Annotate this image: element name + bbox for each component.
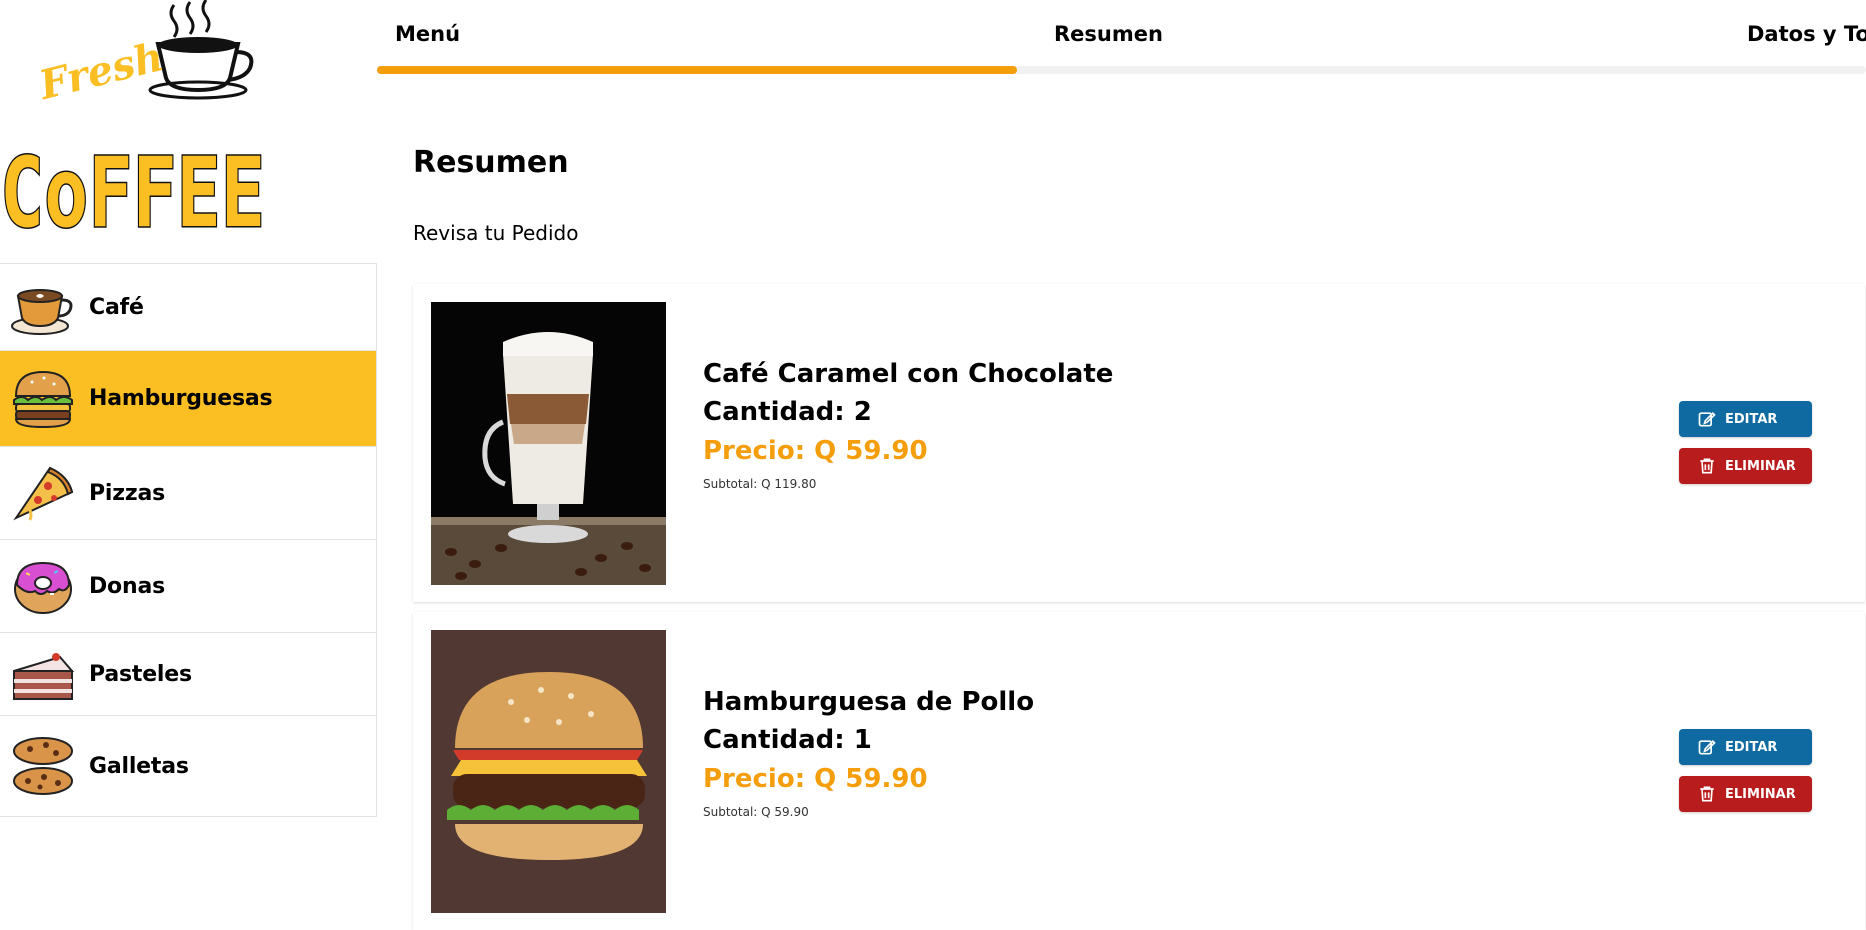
donut-icon	[14, 561, 72, 614]
progress-bar	[377, 66, 1866, 74]
item-price: Precio: Q 59.90	[703, 764, 928, 794]
edit-button[interactable]: EDITAR	[1679, 729, 1812, 765]
cake-slice-icon	[13, 653, 75, 700]
step-datos-total[interactable]: Datos y Total	[1747, 22, 1866, 46]
category-label: Pizzas	[89, 480, 166, 506]
order-item: Hamburguesa de Pollo Cantidad: 1 Precio:…	[413, 612, 1865, 930]
step-resumen[interactable]: Resumen	[1054, 22, 1163, 46]
category-hamburguesas[interactable]: Hamburguesas	[0, 350, 377, 446]
burger-icon	[13, 370, 73, 428]
logo-coffee-text: CoFFEE	[0, 137, 265, 240]
category-label: Hamburguesas	[89, 386, 273, 411]
fresh-coffee-logo: Fresh CoFFEE	[0, 0, 267, 240]
delete-button[interactable]: ELIMINAR	[1679, 448, 1812, 484]
category-cafe[interactable]: Café	[0, 263, 377, 350]
trash-icon	[1700, 458, 1714, 474]
step-menu[interactable]: Menú	[395, 22, 460, 46]
product-image-burger	[431, 630, 666, 913]
item-name: Café Caramel con Chocolate	[703, 359, 1114, 389]
category-donas[interactable]: Donas	[0, 539, 377, 632]
category-pizzas[interactable]: Pizzas	[0, 446, 377, 539]
category-label: Donas	[89, 573, 165, 599]
sidebar: Fresh CoFFEE Café Hamburguesas Pizzas Do…	[0, 0, 377, 857]
edit-label: EDITAR	[1725, 411, 1778, 427]
item-price: Precio: Q 59.90	[703, 436, 928, 466]
progress-fill	[377, 66, 1017, 74]
delete-label: ELIMINAR	[1725, 458, 1796, 474]
trash-icon	[1700, 786, 1714, 802]
delete-button[interactable]: ELIMINAR	[1679, 776, 1812, 812]
category-pasteles[interactable]: Pasteles	[0, 632, 377, 715]
item-subtotal: Subtotal: Q 59.90	[703, 805, 809, 819]
item-name: Hamburguesa de Pollo	[703, 687, 1035, 717]
coffee-cup-icon	[11, 289, 73, 335]
item-info: Café Caramel con Chocolate Cantidad: 2 P…	[703, 317, 1113, 491]
item-quantity: Cantidad: 2	[703, 397, 872, 427]
logo-fresh-text: Fresh	[34, 33, 168, 109]
cookies-icon	[13, 737, 73, 795]
order-steps: Menú Resumen Datos y Total	[377, 0, 1866, 80]
pizza-slice-icon	[13, 466, 74, 521]
category-label: Galletas	[89, 753, 189, 779]
page-subtitle: Revisa tu Pedido	[413, 221, 579, 245]
page-title: Resumen	[413, 145, 569, 180]
category-list: Café Hamburguesas Pizzas Donas Pasteles …	[0, 263, 377, 817]
edit-label: EDITAR	[1725, 739, 1778, 755]
edit-button[interactable]: EDITAR	[1679, 401, 1812, 437]
category-galletas[interactable]: Galletas	[0, 715, 377, 817]
edit-icon	[1698, 739, 1716, 755]
item-quantity: Cantidad: 1	[703, 725, 872, 755]
delete-label: ELIMINAR	[1725, 786, 1796, 802]
category-label: Pasteles	[89, 661, 192, 687]
category-label: Café	[89, 294, 144, 320]
product-image-coffee	[431, 302, 666, 585]
item-info: Hamburguesa de Pollo Cantidad: 1 Precio:…	[703, 645, 1034, 819]
order-item: Café Caramel con Chocolate Cantidad: 2 P…	[413, 284, 1865, 602]
item-subtotal: Subtotal: Q 119.80	[703, 477, 817, 491]
edit-icon	[1698, 411, 1716, 427]
